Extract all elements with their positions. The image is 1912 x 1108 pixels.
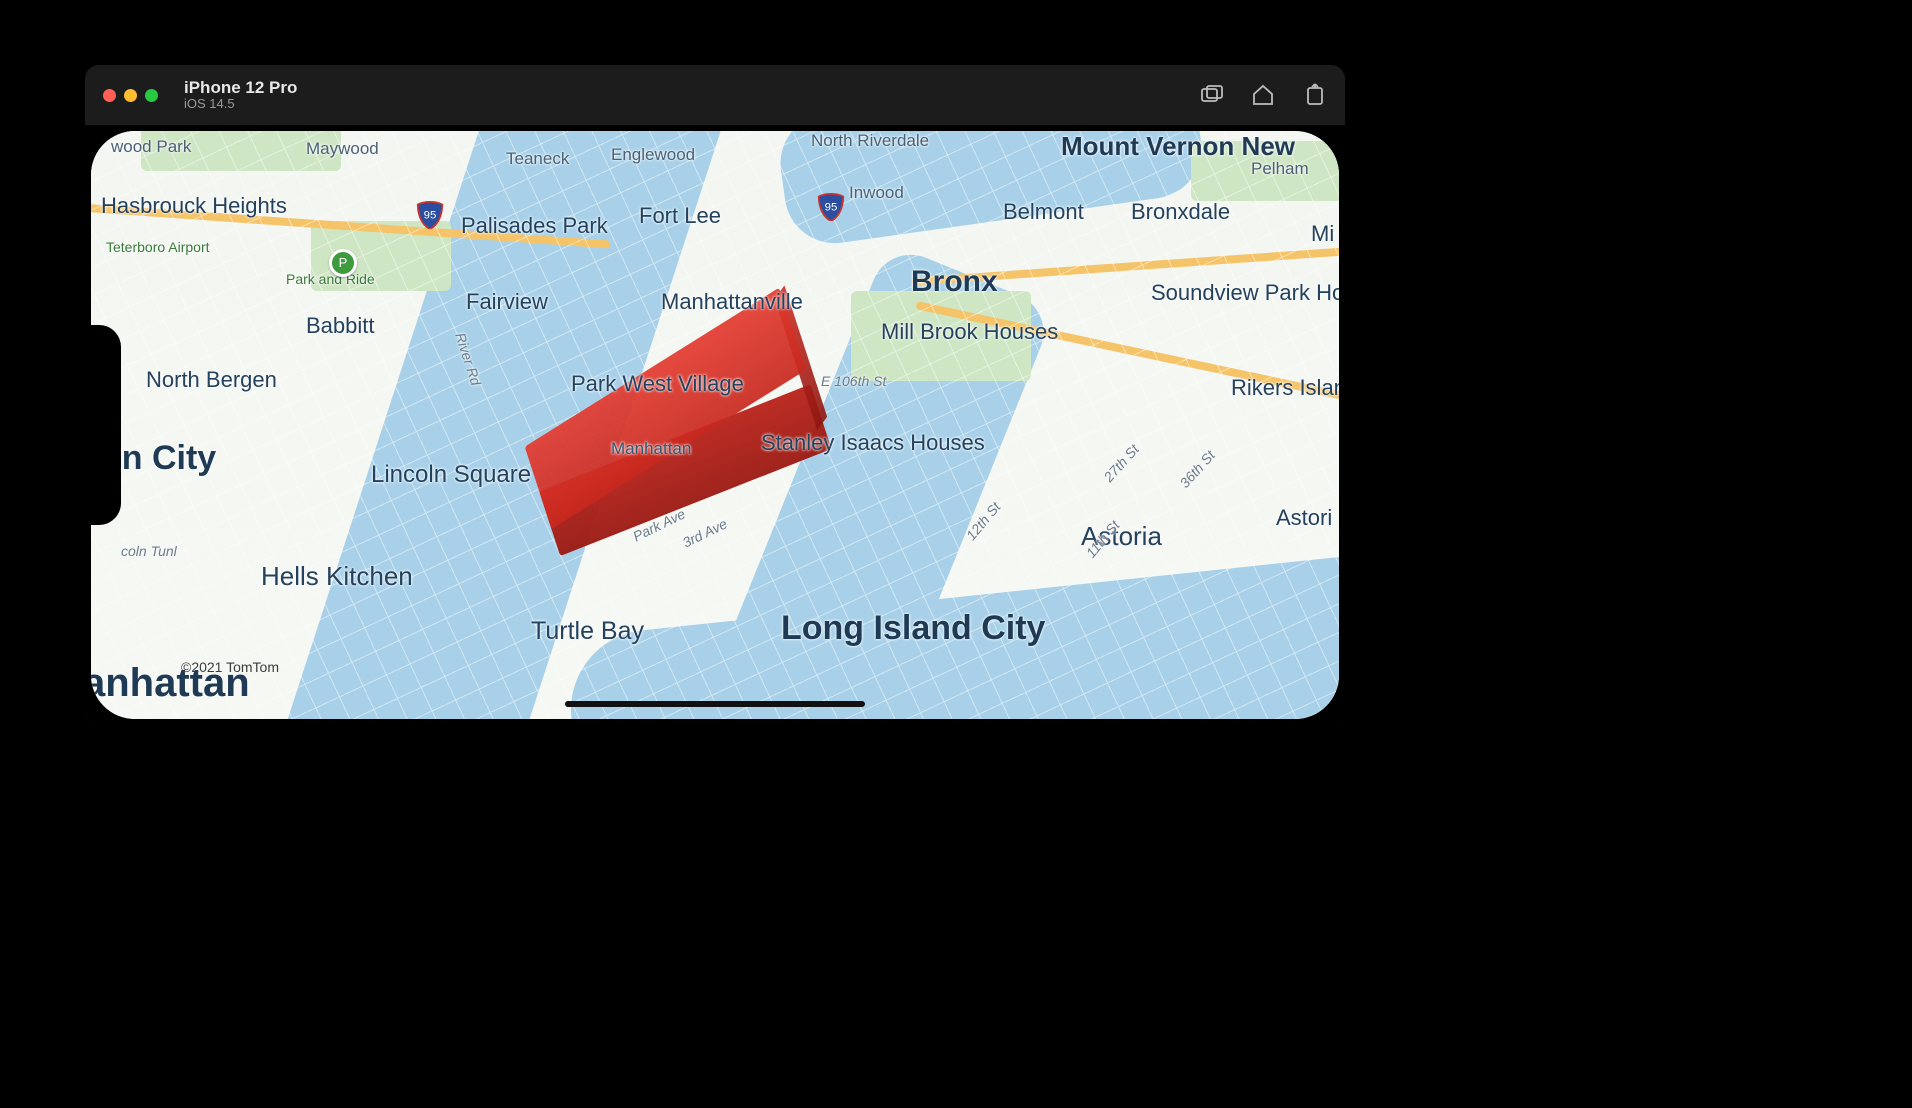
map-label: Bronx (911, 265, 998, 299)
zoom-window-button[interactable] (145, 89, 158, 102)
map-label: Teterboro Airport (106, 239, 210, 255)
interstate-shield-icon: 95 (416, 201, 444, 229)
map-label: Lincoln Square (371, 461, 531, 489)
road-label: E 106th St (821, 373, 886, 389)
map-label: Turtle Bay (531, 617, 644, 646)
os-version-label: iOS 14.5 (184, 97, 297, 112)
titlebar: iPhone 12 Pro iOS 14.5 (85, 65, 1345, 125)
svg-text:95: 95 (825, 202, 838, 214)
map-label: Stanley Isaacs Houses (761, 431, 985, 455)
map-view[interactable]: 95 95 P wood Park Maywood Teaneck Englew… (91, 131, 1339, 719)
map-label: Englewood (611, 145, 695, 165)
close-window-button[interactable] (103, 89, 116, 102)
screenshot-icon[interactable] (1199, 83, 1223, 107)
home-icon[interactable] (1251, 83, 1275, 107)
map-label: Astori (1276, 505, 1332, 531)
phone-screen: 95 95 P wood Park Maywood Teaneck Englew… (91, 131, 1339, 719)
svg-text:95: 95 (424, 210, 437, 222)
map-label: Park and Ride (286, 271, 375, 287)
park-and-ride-icon: P (329, 249, 357, 277)
map-label: Manhattan (611, 439, 691, 459)
map-label: Fairview (466, 289, 548, 315)
interstate-shield-icon: 95 (817, 193, 845, 221)
map-label: Manhattanville (661, 289, 803, 315)
minimize-window-button[interactable] (124, 89, 137, 102)
map-label: Pelham (1251, 159, 1309, 179)
map-label: Mount Vernon New (1061, 131, 1295, 162)
device-area: 95 95 P wood Park Maywood Teaneck Englew… (85, 125, 1345, 725)
map-label: Soundview Park Homes (1151, 281, 1339, 305)
map-label: Park West Village (571, 371, 744, 397)
map-label: Babbitt (306, 313, 375, 339)
home-indicator[interactable] (565, 701, 865, 707)
device-notch (91, 325, 121, 525)
map-label: Maywood (306, 139, 379, 159)
device-name-label: iPhone 12 Pro (184, 78, 297, 98)
map-label: Mi (1311, 221, 1334, 247)
map-label: Belmont (1003, 199, 1084, 225)
map-label: Hasbrouck Heights (101, 193, 287, 219)
map-label: North Bergen (146, 367, 277, 393)
map-label: wood Park (111, 137, 191, 157)
map-label: North Riverdale (811, 131, 929, 151)
toolbar-right (1199, 83, 1327, 107)
map-label: Long Island City (781, 609, 1045, 648)
road-label: coln Tunl (121, 543, 177, 559)
map-label: Bronxdale (1131, 199, 1230, 225)
simulator-window: iPhone 12 Pro iOS 14.5 (85, 65, 1345, 725)
window-controls (103, 89, 158, 102)
map-label: Hells Kitchen (261, 561, 413, 592)
map-label: Mill Brook Houses (881, 319, 1058, 345)
title-block: iPhone 12 Pro iOS 14.5 (184, 78, 297, 112)
rotate-icon[interactable] (1303, 83, 1327, 107)
map-label: Teaneck (506, 149, 569, 169)
map-label: Palisades Park (461, 213, 608, 239)
map-label: Fort Lee (639, 203, 721, 229)
map-attribution: ©2021 TomTom (181, 659, 279, 675)
map-label: Inwood (849, 183, 904, 203)
map-label: Rikers Islan (1231, 375, 1339, 401)
